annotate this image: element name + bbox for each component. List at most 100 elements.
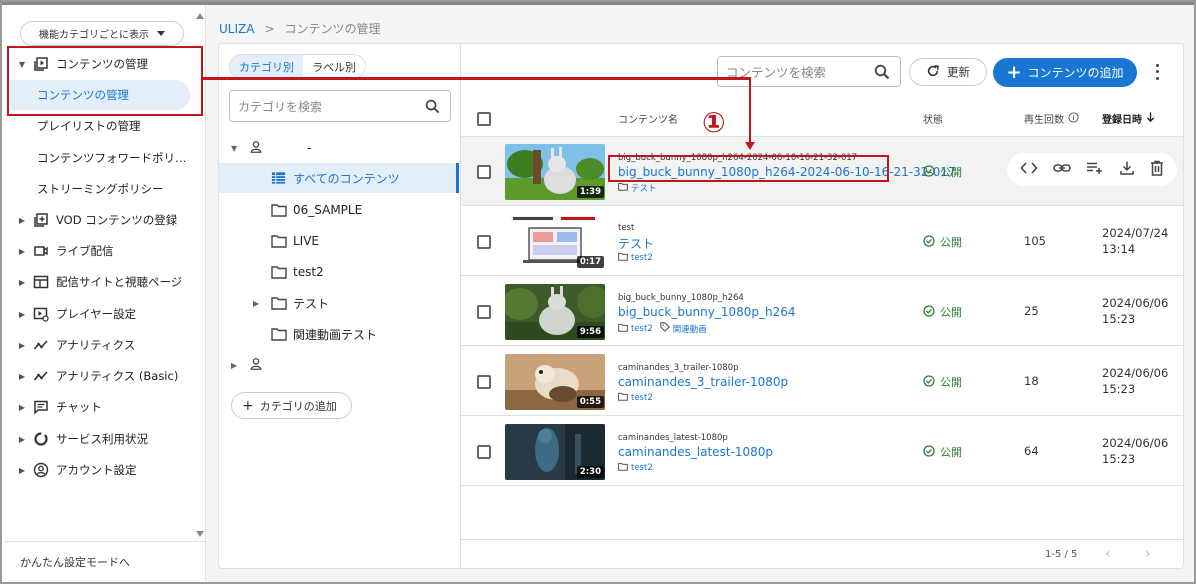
content-id: caminandes_latest-1080p <box>618 433 728 443</box>
category-search-input[interactable]: カテゴリを検索 <box>229 90 451 122</box>
caret-collapsed-icon: ▶ <box>18 340 26 350</box>
nav-distribution-site[interactable]: ▶ 配信サイトと視聴ページ <box>4 267 200 297</box>
add-content-button[interactable]: + コンテンツの追加 <box>993 58 1137 87</box>
tree-folder-related-test[interactable]: 関連動画テスト <box>219 319 459 349</box>
table-row[interactable]: 9:56 big_buck_bunny_1080p_h264 big_buck_… <box>461 277 1183 346</box>
table-row[interactable]: 0:17 test テスト test2 公開 105 2024/07/24 13… <box>461 207 1183 276</box>
tree-folder-label: test2 <box>293 265 324 279</box>
category-filter-label: 機能カテゴリごとに表示 <box>39 30 149 41</box>
nav-vod-register[interactable]: ▶ VOD コンテンツの登録 <box>4 205 200 235</box>
header-plays[interactable]: 再生回数 <box>1024 111 1079 126</box>
row-checkbox[interactable] <box>477 165 491 179</box>
caret-collapsed-icon: ▶ <box>18 309 26 319</box>
refresh-icon <box>926 64 940 81</box>
video-thumbnail[interactable]: 9:56 <box>505 284 605 340</box>
tab-by-label[interactable]: ラベル別 <box>303 55 365 78</box>
status-badge: 公開 <box>923 234 962 250</box>
folder-icon <box>271 265 287 282</box>
content-search-input[interactable]: コンテンツを検索 <box>717 56 901 87</box>
sidebar-item-label: プレイリストの管理 <box>37 119 141 133</box>
nav-service-usage[interactable]: ▶ サービス利用状況 <box>4 424 200 454</box>
registered-date: 2024/06/06 15:23 <box>1102 365 1168 397</box>
tree-folder-test2[interactable]: test2 <box>219 257 459 287</box>
tree-folder-06-sample[interactable]: 06_SAMPLE <box>219 195 459 225</box>
sidebar-item-content-forward-policy[interactable]: コンテンツフォワードポリ… <box>24 143 192 173</box>
header-status[interactable]: 状態 <box>923 111 943 126</box>
label-tag-icon <box>660 322 670 335</box>
chat-icon <box>32 399 50 415</box>
content-id: test <box>618 223 635 233</box>
duration-badge: 1:39 <box>576 186 604 198</box>
status-label: 公開 <box>940 446 962 459</box>
chevron-right-icon[interactable]: › <box>1145 546 1151 562</box>
nav-analytics[interactable]: ▶ アナリティクス <box>4 330 200 360</box>
row-checkbox[interactable] <box>477 375 491 389</box>
caret-collapsed-icon[interactable]: ▶ <box>253 299 259 308</box>
content-title-link[interactable]: caminandes_3_trailer-1080p <box>618 375 788 389</box>
embed-code-icon[interactable] <box>1020 161 1038 178</box>
row-checkbox[interactable] <box>477 445 491 459</box>
nav-player-settings[interactable]: ▶ プレイヤー設定 <box>4 299 200 329</box>
header-date[interactable]: 登録日時 <box>1102 111 1156 126</box>
nav-label: アカウント設定 <box>56 463 137 477</box>
delete-icon[interactable] <box>1150 160 1164 179</box>
content-card: カテゴリ別 ラベル別 カテゴリを検索 ▼ - すべてのコンテンツ 06_SAMP… <box>218 43 1184 569</box>
select-all-checkbox[interactable] <box>477 112 491 126</box>
playlist-add-icon[interactable] <box>1086 161 1104 178</box>
chevron-left-icon[interactable]: ‹ <box>1105 546 1111 562</box>
row-checkbox[interactable] <box>477 305 491 319</box>
table-row[interactable]: 2:30 caminandes_latest-1080p caminandes_… <box>461 417 1183 486</box>
check-circle-icon <box>923 234 935 250</box>
nav-label: VOD コンテンツの登録 <box>56 213 178 227</box>
breadcrumb-root[interactable]: ULIZA <box>219 22 254 36</box>
tab-by-category[interactable]: カテゴリ別 <box>230 55 303 78</box>
row-actions <box>1007 153 1177 186</box>
sidebar-item-label: ストリーミングポリシー <box>37 182 164 196</box>
nav-chat[interactable]: ▶ チャット <box>4 392 200 422</box>
duration-badge: 0:17 <box>576 256 604 268</box>
table-row[interactable]: 0:55 caminandes_3_trailer-1080p caminand… <box>461 347 1183 416</box>
content-category[interactable]: test2 <box>618 462 653 474</box>
caret-collapsed-icon[interactable]: ▶ <box>231 361 237 370</box>
video-thumbnail[interactable]: 2:30 <box>505 424 605 480</box>
search-icon[interactable] <box>874 64 890 83</box>
tree-folder-label: 06_SAMPLE <box>293 203 363 217</box>
registered-date-day: 2024/07/24 <box>1102 226 1169 240</box>
search-icon[interactable] <box>425 99 440 117</box>
link-icon[interactable] <box>1053 161 1071 178</box>
sidebar-scroll-up-icon[interactable] <box>196 13 204 19</box>
pager-divider <box>461 539 1183 540</box>
sidebar-scroll-down-icon[interactable] <box>196 531 204 537</box>
content-category[interactable]: test2 <box>618 392 653 404</box>
nav-live[interactable]: ▶ ライブ配信 <box>4 236 200 266</box>
content-category[interactable]: テスト <box>618 182 657 194</box>
nav-account-settings[interactable]: ▶ アカウント設定 <box>4 455 200 485</box>
category-filter-dropdown[interactable]: 機能カテゴリごとに表示 <box>20 21 184 46</box>
caret-collapsed-icon: ▶ <box>18 246 26 256</box>
content-title-link[interactable]: caminandes_latest-1080p <box>618 445 773 459</box>
add-category-button[interactable]: + カテゴリの追加 <box>231 392 352 419</box>
refresh-button[interactable]: 更新 <box>909 58 987 86</box>
nav-analytics-basic[interactable]: ▶ アナリティクス (Basic) <box>4 361 200 391</box>
tree-all-contents[interactable]: すべてのコンテンツ <box>219 163 459 193</box>
tree-folder-label: 関連動画テスト <box>293 327 378 342</box>
content-category[interactable]: test2 関連動画 <box>618 322 707 335</box>
video-thumbnail[interactable]: 1:39 <box>505 144 605 200</box>
content-category[interactable]: test2 <box>618 252 653 264</box>
video-thumbnail[interactable]: 0:55 <box>505 354 605 410</box>
more-vert-icon[interactable] <box>1151 62 1163 82</box>
row-checkbox[interactable] <box>477 235 491 249</box>
video-thumbnail[interactable]: 0:17 <box>505 214 605 270</box>
content-title-link[interactable]: big_buck_bunny_1080p_h264 <box>618 305 796 319</box>
header-content-name[interactable]: コンテンツ名 <box>618 111 678 126</box>
tree-folder-live[interactable]: LIVE <box>219 226 459 256</box>
content-title-link[interactable]: テスト <box>618 235 654 252</box>
tree-folder-test[interactable]: ▶ テスト <box>219 288 459 318</box>
category-tabs: カテゴリ別 ラベル別 <box>229 54 366 79</box>
sidebar-item-streaming-policy[interactable]: ストリーミングポリシー <box>24 174 192 204</box>
download-icon[interactable] <box>1119 160 1135 179</box>
easy-mode-link[interactable]: かんたん設定モードへ <box>20 554 130 570</box>
breadcrumb-current: コンテンツの管理 <box>284 22 381 36</box>
tree-user-root[interactable]: ▼ - <box>219 133 459 163</box>
tree-user-second[interactable]: ▶ <box>219 350 459 380</box>
